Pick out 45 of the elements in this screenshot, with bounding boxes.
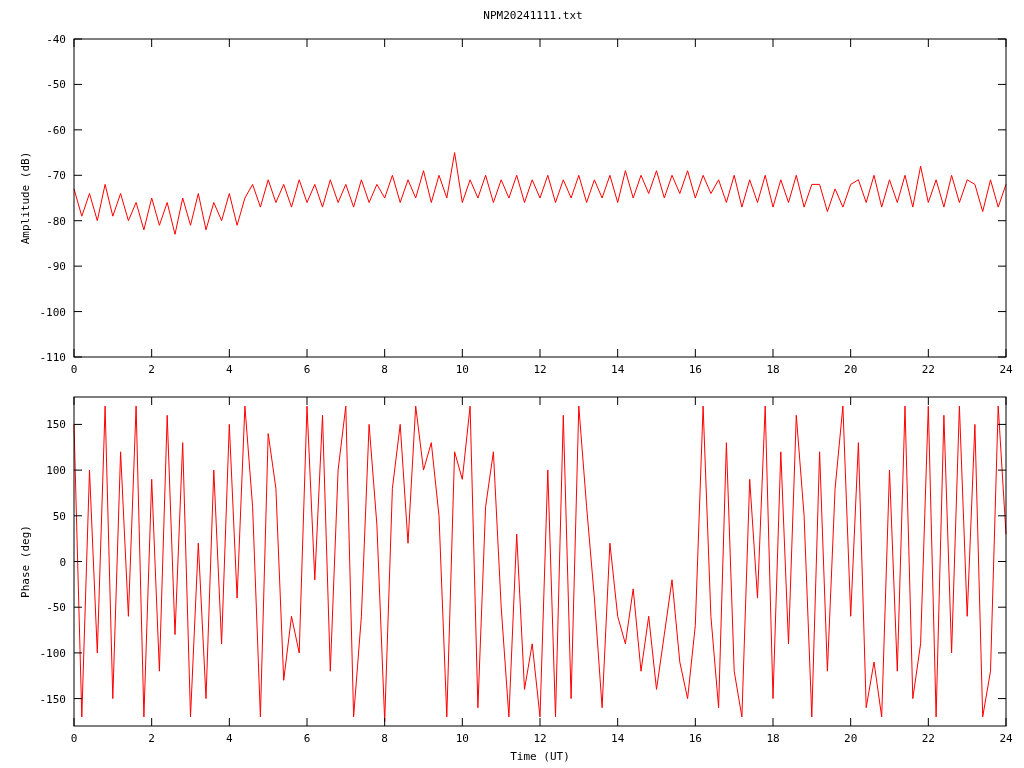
tick-label: 4 <box>226 363 233 376</box>
tick-label: -50 <box>46 601 66 615</box>
tick-label: 22 <box>921 363 935 376</box>
tick-label: 16 <box>688 732 702 745</box>
tick-label: 18 <box>766 732 780 745</box>
tick-label: -40 <box>46 33 66 46</box>
tick-label: 50 <box>52 509 66 523</box>
tick-label: 14 <box>611 363 625 376</box>
tick-label: 0 <box>59 555 66 569</box>
axis-label: Amplitude (dB) <box>19 151 32 245</box>
tick-label: 2 <box>148 732 155 745</box>
axis-label: Time (UT) <box>510 750 570 765</box>
tick-label: 150 <box>46 418 66 432</box>
chart-title: NPM20241111.txt <box>483 8 583 22</box>
tick-label: 22 <box>921 732 935 745</box>
tick-label: -70 <box>46 169 66 183</box>
tick-label: -80 <box>46 214 66 228</box>
tick-label: 18 <box>766 363 780 376</box>
tick-label: 20 <box>844 363 858 376</box>
tick-label: 6 <box>303 732 311 745</box>
tick-label: -110 <box>39 351 66 364</box>
tick-label: 24 <box>999 363 1013 376</box>
tick-label: 8 <box>381 732 388 745</box>
tick-label: 6 <box>303 363 311 376</box>
tick-label: 2 <box>148 363 155 376</box>
tick-label: 16 <box>688 363 702 376</box>
tick-label: 12 <box>533 732 547 745</box>
tick-label: 24 <box>999 732 1013 745</box>
tick-label: -90 <box>46 260 66 274</box>
tick-label: 0 <box>70 363 78 376</box>
tick-label: -150 <box>39 692 66 706</box>
tick-label: 12 <box>533 363 547 376</box>
tick-label: -50 <box>46 78 66 92</box>
tick-label: -100 <box>39 305 66 319</box>
tick-label: 20 <box>844 732 858 745</box>
tick-label: 10 <box>455 363 469 376</box>
axis-label: Phase (deg) <box>19 525 32 598</box>
tick-label: 100 <box>46 464 66 478</box>
tick-label: 0 <box>70 732 78 745</box>
tick-label: 10 <box>455 732 469 745</box>
tick-label: 8 <box>381 363 388 376</box>
tick-label: -60 <box>46 123 66 137</box>
tick-label: 4 <box>226 732 233 745</box>
tick-label: -100 <box>39 646 66 660</box>
tick-label: 14 <box>611 732 625 745</box>
